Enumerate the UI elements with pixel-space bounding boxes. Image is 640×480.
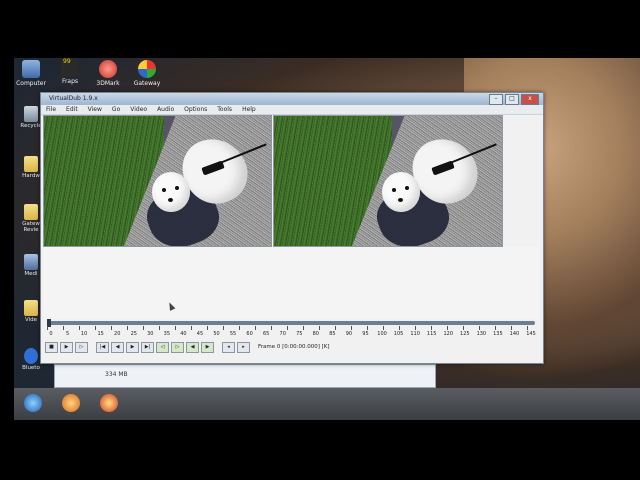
timeline-tick-label: 100	[377, 331, 387, 337]
mark-in-button[interactable]: ◂	[222, 341, 235, 353]
play-input-button[interactable]: ▶	[60, 341, 73, 353]
timeline-tick-label: 75	[296, 331, 303, 337]
timeline-tick-label: 10	[80, 331, 88, 337]
browser-icon[interactable]	[100, 394, 118, 412]
timeline-tick-label: 15	[97, 331, 104, 337]
close-button[interactable]: x	[521, 94, 539, 105]
menu-edit[interactable]: Edit	[61, 105, 83, 114]
timeline-tick-label: 105	[393, 331, 404, 337]
minimize-button[interactable]: –	[489, 94, 503, 105]
folder-icon	[24, 156, 38, 172]
timeline-tick-label: 0	[49, 331, 53, 337]
scene-prev-button[interactable]: ◀	[186, 341, 199, 353]
timeline-tick-label: 135	[493, 331, 503, 337]
timeline-tick-label: 85	[329, 331, 336, 337]
window-title: VirtualDub 1.9.x	[49, 95, 98, 102]
computer-icon	[22, 60, 40, 78]
frame-status: Frame 0 [0:00:00.000] [K]	[258, 344, 330, 350]
scene-next-button[interactable]: ▶	[201, 341, 214, 353]
transport-toolbar: ■ ▶ ▷ |◀ ◀ ▶ ▶| ◁ ▷ ◀ ▶ ◂ ▸ Frame 0 [0:0…	[45, 341, 539, 353]
mark-out-button[interactable]: ▸	[237, 341, 250, 353]
background-window[interactable]: 334 MB	[54, 364, 436, 388]
timeline-tick-label: 20	[114, 331, 121, 337]
prev-frame-button[interactable]: ◀	[111, 341, 124, 353]
timeline-tick-label: 35	[163, 331, 171, 337]
timeline-tick-label: 30	[147, 331, 154, 337]
timeline-tick-label: 40	[180, 331, 187, 337]
timeline-tick-label: 5	[65, 331, 70, 337]
taskbar	[14, 388, 640, 420]
output-video-pane[interactable]	[273, 115, 503, 247]
desktop-screen: Computer 99 Fraps 3DMark Gateway Recycle…	[14, 58, 640, 420]
timeline-ruler	[47, 326, 535, 330]
timeline-tick-label: 80	[312, 331, 319, 337]
input-video-pane[interactable]	[43, 115, 272, 247]
timeline-tick-label: 125	[460, 331, 470, 337]
position-track[interactable]	[47, 321, 535, 325]
menu-audio[interactable]: Audio	[152, 105, 179, 114]
desktop-icon-gateway[interactable]: Gateway	[120, 60, 174, 87]
timeline-tick-label: 140	[509, 331, 520, 337]
prev-key-button[interactable]: ◁	[156, 341, 169, 353]
menu-help[interactable]: Help	[237, 105, 261, 114]
3dmark-icon	[99, 60, 117, 78]
go-start-button[interactable]: |◀	[96, 341, 109, 353]
bluetooth-icon	[24, 348, 38, 364]
next-frame-button[interactable]: ▶	[126, 341, 139, 353]
play-output-button[interactable]: ▷	[75, 341, 88, 353]
folder-icon	[24, 204, 38, 220]
media-icon	[24, 254, 38, 270]
timeline-tick-label: 25	[130, 331, 137, 337]
menu-file[interactable]: File	[41, 105, 61, 114]
gateway-icon	[138, 60, 156, 78]
timeline-tick-label: 50	[213, 331, 220, 337]
maximize-button[interactable]: □	[505, 94, 519, 105]
taskbar-app-icon[interactable]	[62, 394, 80, 412]
menu-view[interactable]: View	[83, 105, 107, 114]
menu-video[interactable]: Video	[125, 105, 152, 114]
start-button[interactable]	[24, 394, 42, 412]
timeline-tick-label: 95	[362, 331, 369, 337]
menu-bar: File Edit View Go Video Audio Options To…	[41, 105, 543, 115]
video-icon	[24, 300, 38, 316]
timeline-tick-label: 70	[279, 331, 286, 337]
workspace-area	[43, 247, 539, 319]
timeline-tick-label: 60	[246, 331, 253, 337]
timeline-tick-label: 65	[262, 331, 270, 337]
timeline-tick-label: 90	[345, 331, 353, 337]
virtualdub-window: VirtualDub 1.9.x – □ x File Edit View Go…	[40, 92, 544, 364]
timeline-tick-label: 130	[476, 331, 487, 337]
timeline-tick-label: 145	[526, 331, 536, 337]
go-end-button[interactable]: ▶|	[141, 341, 154, 353]
menu-options[interactable]: Options	[179, 105, 212, 114]
timeline[interactable]: 0 5 10 15 20 25 30 35 40 45 50 55 60 65 70 75 80 85 90 95 10…	[47, 319, 536, 339]
stop-button[interactable]: ■	[45, 341, 58, 353]
menu-go[interactable]: Go	[107, 105, 125, 114]
fraps-icon: 99	[61, 58, 79, 76]
timeline-tick-label: 120	[443, 331, 454, 337]
timeline-tick-label: 110	[410, 331, 420, 337]
menu-tools[interactable]: Tools	[212, 105, 237, 114]
next-key-button[interactable]: ▷	[171, 341, 184, 353]
window-titlebar[interactable]: VirtualDub 1.9.x – □ x	[41, 93, 543, 105]
timeline-tick-label: 45	[196, 331, 204, 337]
timeline-tick-label: 55	[229, 331, 237, 337]
timeline-tick-label: 115	[426, 331, 437, 337]
recycle-bin-icon	[24, 106, 38, 122]
